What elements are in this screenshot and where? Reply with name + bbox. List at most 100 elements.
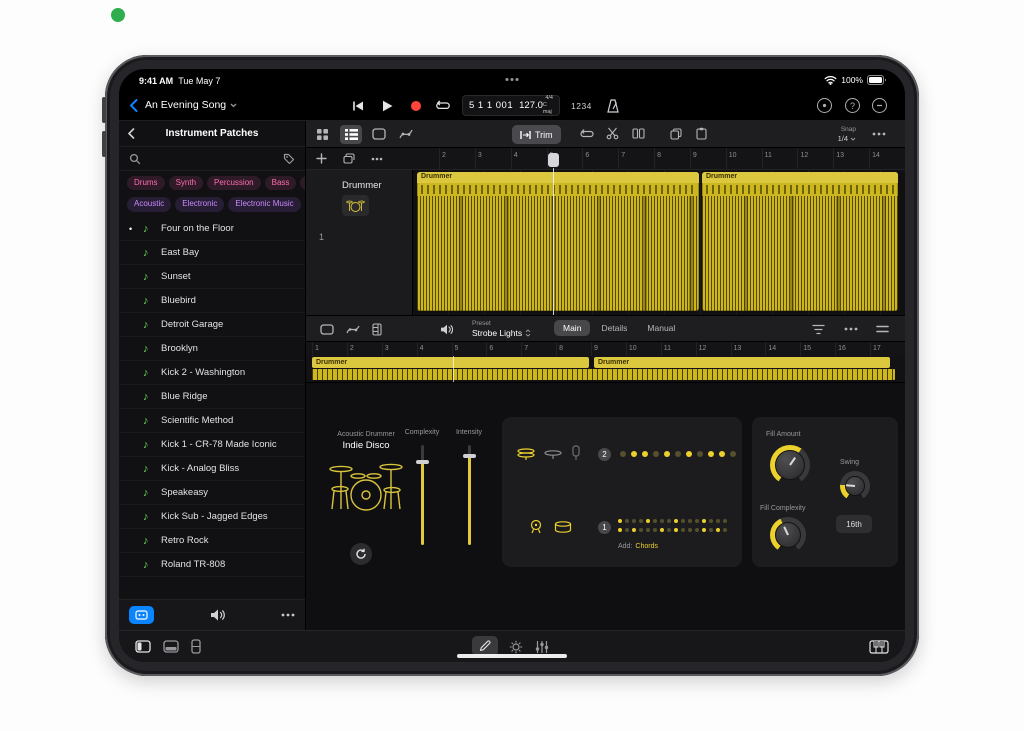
ruler-number[interactable]: 2 (347, 342, 382, 356)
editor-region-1[interactable]: Drummer (312, 357, 589, 368)
tracks-view-icon[interactable] (340, 125, 362, 144)
intensity-slider[interactable]: Intensity (442, 429, 496, 545)
ruler-number[interactable]: 11 (762, 148, 798, 169)
hihat-pattern-dots[interactable] (620, 451, 736, 457)
editor-automation-icon[interactable] (346, 324, 360, 335)
tag-pill[interactable]: Electronic (175, 197, 224, 211)
display-mode-icon[interactable] (817, 98, 832, 113)
hihat-row-badge[interactable]: 2 (598, 448, 611, 461)
hihat-icon[interactable] (516, 447, 536, 461)
editor-tab[interactable]: Details (592, 320, 636, 336)
patch-list-item[interactable]: Kick 1 - CR-78 Made Iconic (119, 433, 305, 457)
drag-handle-icon[interactable] (876, 325, 889, 333)
ruler-number[interactable]: 13 (833, 148, 869, 169)
tag-pill[interactable]: Electronic Music (228, 197, 300, 211)
patch-list-item[interactable]: Blue Ridge (119, 385, 305, 409)
plugin-speaker-icon[interactable] (440, 324, 453, 335)
preview-speaker-icon[interactable] (210, 609, 226, 621)
patch-list-item[interactable]: Kick - Analog Bliss (119, 457, 305, 481)
complexity-handle[interactable] (416, 460, 429, 464)
track-stack-icon[interactable] (343, 153, 355, 164)
add-chords-control[interactable]: Add:Chords (618, 543, 658, 550)
search-icon[interactable] (129, 153, 141, 165)
kick-row-badge[interactable]: 1 (598, 521, 611, 534)
home-indicator[interactable] (457, 654, 567, 658)
kick-pattern-dots-top[interactable] (618, 519, 727, 523)
add-track-icon[interactable] (316, 153, 327, 164)
more-icon[interactable] (281, 613, 295, 617)
editor-tab[interactable]: Manual (638, 320, 684, 336)
grid-view-icon[interactable] (316, 128, 329, 141)
ruler-number[interactable]: 9 (591, 342, 626, 356)
filter-icon[interactable] (812, 324, 825, 335)
ruler-number[interactable]: 12 (696, 342, 731, 356)
ruler-number[interactable]: 3 (475, 148, 511, 169)
ruler-number[interactable]: 5 (452, 342, 487, 356)
ruler-number[interactable]: 14 (765, 342, 800, 356)
song-title[interactable]: An Evening Song (145, 99, 237, 111)
complexity-slider[interactable]: Complexity (395, 429, 449, 545)
piano-roll-icon[interactable] (372, 323, 382, 336)
drummer-region-1[interactable]: Drummer (417, 172, 699, 311)
cell-view-icon[interactable] (191, 639, 201, 654)
intensity-handle[interactable] (463, 454, 476, 458)
mixer-faders-icon[interactable] (535, 640, 549, 654)
back-chevron-icon[interactable] (129, 99, 138, 112)
track-lane[interactable]: Drummer Drummer (413, 170, 905, 315)
patch-list-item[interactable]: Kick Sub - Jagged Edges (119, 505, 305, 529)
ruler-number[interactable]: 12 (797, 148, 833, 169)
patch-list-item[interactable]: East Bay (119, 241, 305, 265)
ruler-number[interactable]: 2 (439, 148, 475, 169)
complexity-track[interactable] (421, 445, 424, 545)
ruler-number[interactable]: 6 (582, 148, 618, 169)
track-more-icon[interactable] (371, 157, 383, 161)
editor-tab[interactable]: Main (554, 320, 590, 336)
filter-tag-icon[interactable] (283, 153, 295, 165)
playhead-line[interactable] (553, 168, 554, 315)
preset-selector[interactable]: Preset Strobe Lights (472, 320, 531, 338)
ruler-number[interactable]: 15 (800, 342, 835, 356)
ruler-number[interactable]: 14 (869, 148, 905, 169)
ruler-number[interactable]: 10 (726, 148, 762, 169)
browser-toggle-icon[interactable] (135, 640, 151, 653)
ruler-number[interactable]: 10 (626, 342, 661, 356)
go-to-beginning-button[interactable] (352, 100, 364, 112)
metronome-icon[interactable] (607, 99, 619, 113)
snare-kick-icon[interactable] (554, 520, 572, 534)
play-button[interactable] (382, 100, 393, 112)
grid-resolution-button[interactable]: 16th (836, 515, 872, 533)
patch-list-item[interactable]: Sunset (119, 265, 305, 289)
patch-list-item[interactable]: Kick 2 - Washington (119, 361, 305, 385)
ruler-number[interactable]: 4 (511, 148, 547, 169)
automation-icon[interactable] (399, 128, 413, 140)
multitasking-dots-icon[interactable] (506, 78, 519, 81)
patch-list-item[interactable]: Retro Rock (119, 529, 305, 553)
join-icon[interactable] (632, 128, 645, 139)
editor-more-icon[interactable] (844, 327, 858, 331)
trim-mode-button[interactable]: Trim (512, 125, 561, 144)
patch-list-item[interactable]: Four on the Floor (119, 217, 305, 241)
help-icon[interactable]: ? (845, 98, 860, 113)
playhead-handle[interactable] (548, 153, 559, 167)
loop-tool-icon[interactable] (580, 128, 594, 140)
ruler-number[interactable]: 13 (731, 342, 766, 356)
tag-pill[interactable]: Keyboard (300, 176, 305, 190)
ruler-number[interactable]: 9 (690, 148, 726, 169)
region-editor-icon[interactable] (320, 324, 334, 335)
pencil-tool-button[interactable] (472, 636, 498, 656)
ruler-number[interactable]: 16 (835, 342, 870, 356)
patch-list-item[interactable]: Speakeasy (119, 481, 305, 505)
editor-region-lane[interactable]: Drummer Drummer (306, 356, 905, 383)
refresh-performance-button[interactable] (350, 543, 372, 565)
drummer-region-2[interactable]: Drummer (702, 172, 898, 311)
tag-pill[interactable]: Acoustic (127, 197, 171, 211)
piano-keyboard-icon[interactable] (869, 640, 889, 654)
swing-knob[interactable] (840, 471, 870, 501)
kick-pattern-dots-bottom[interactable] (618, 528, 727, 532)
cycle-button[interactable] (436, 100, 450, 112)
minimize-icon[interactable] (872, 98, 887, 113)
patch-list-item[interactable]: Brooklyn (119, 337, 305, 361)
split-scissors-icon[interactable] (606, 127, 619, 140)
ruler-number[interactable]: 3 (382, 342, 417, 356)
ruler-number[interactable]: 8 (556, 342, 591, 356)
